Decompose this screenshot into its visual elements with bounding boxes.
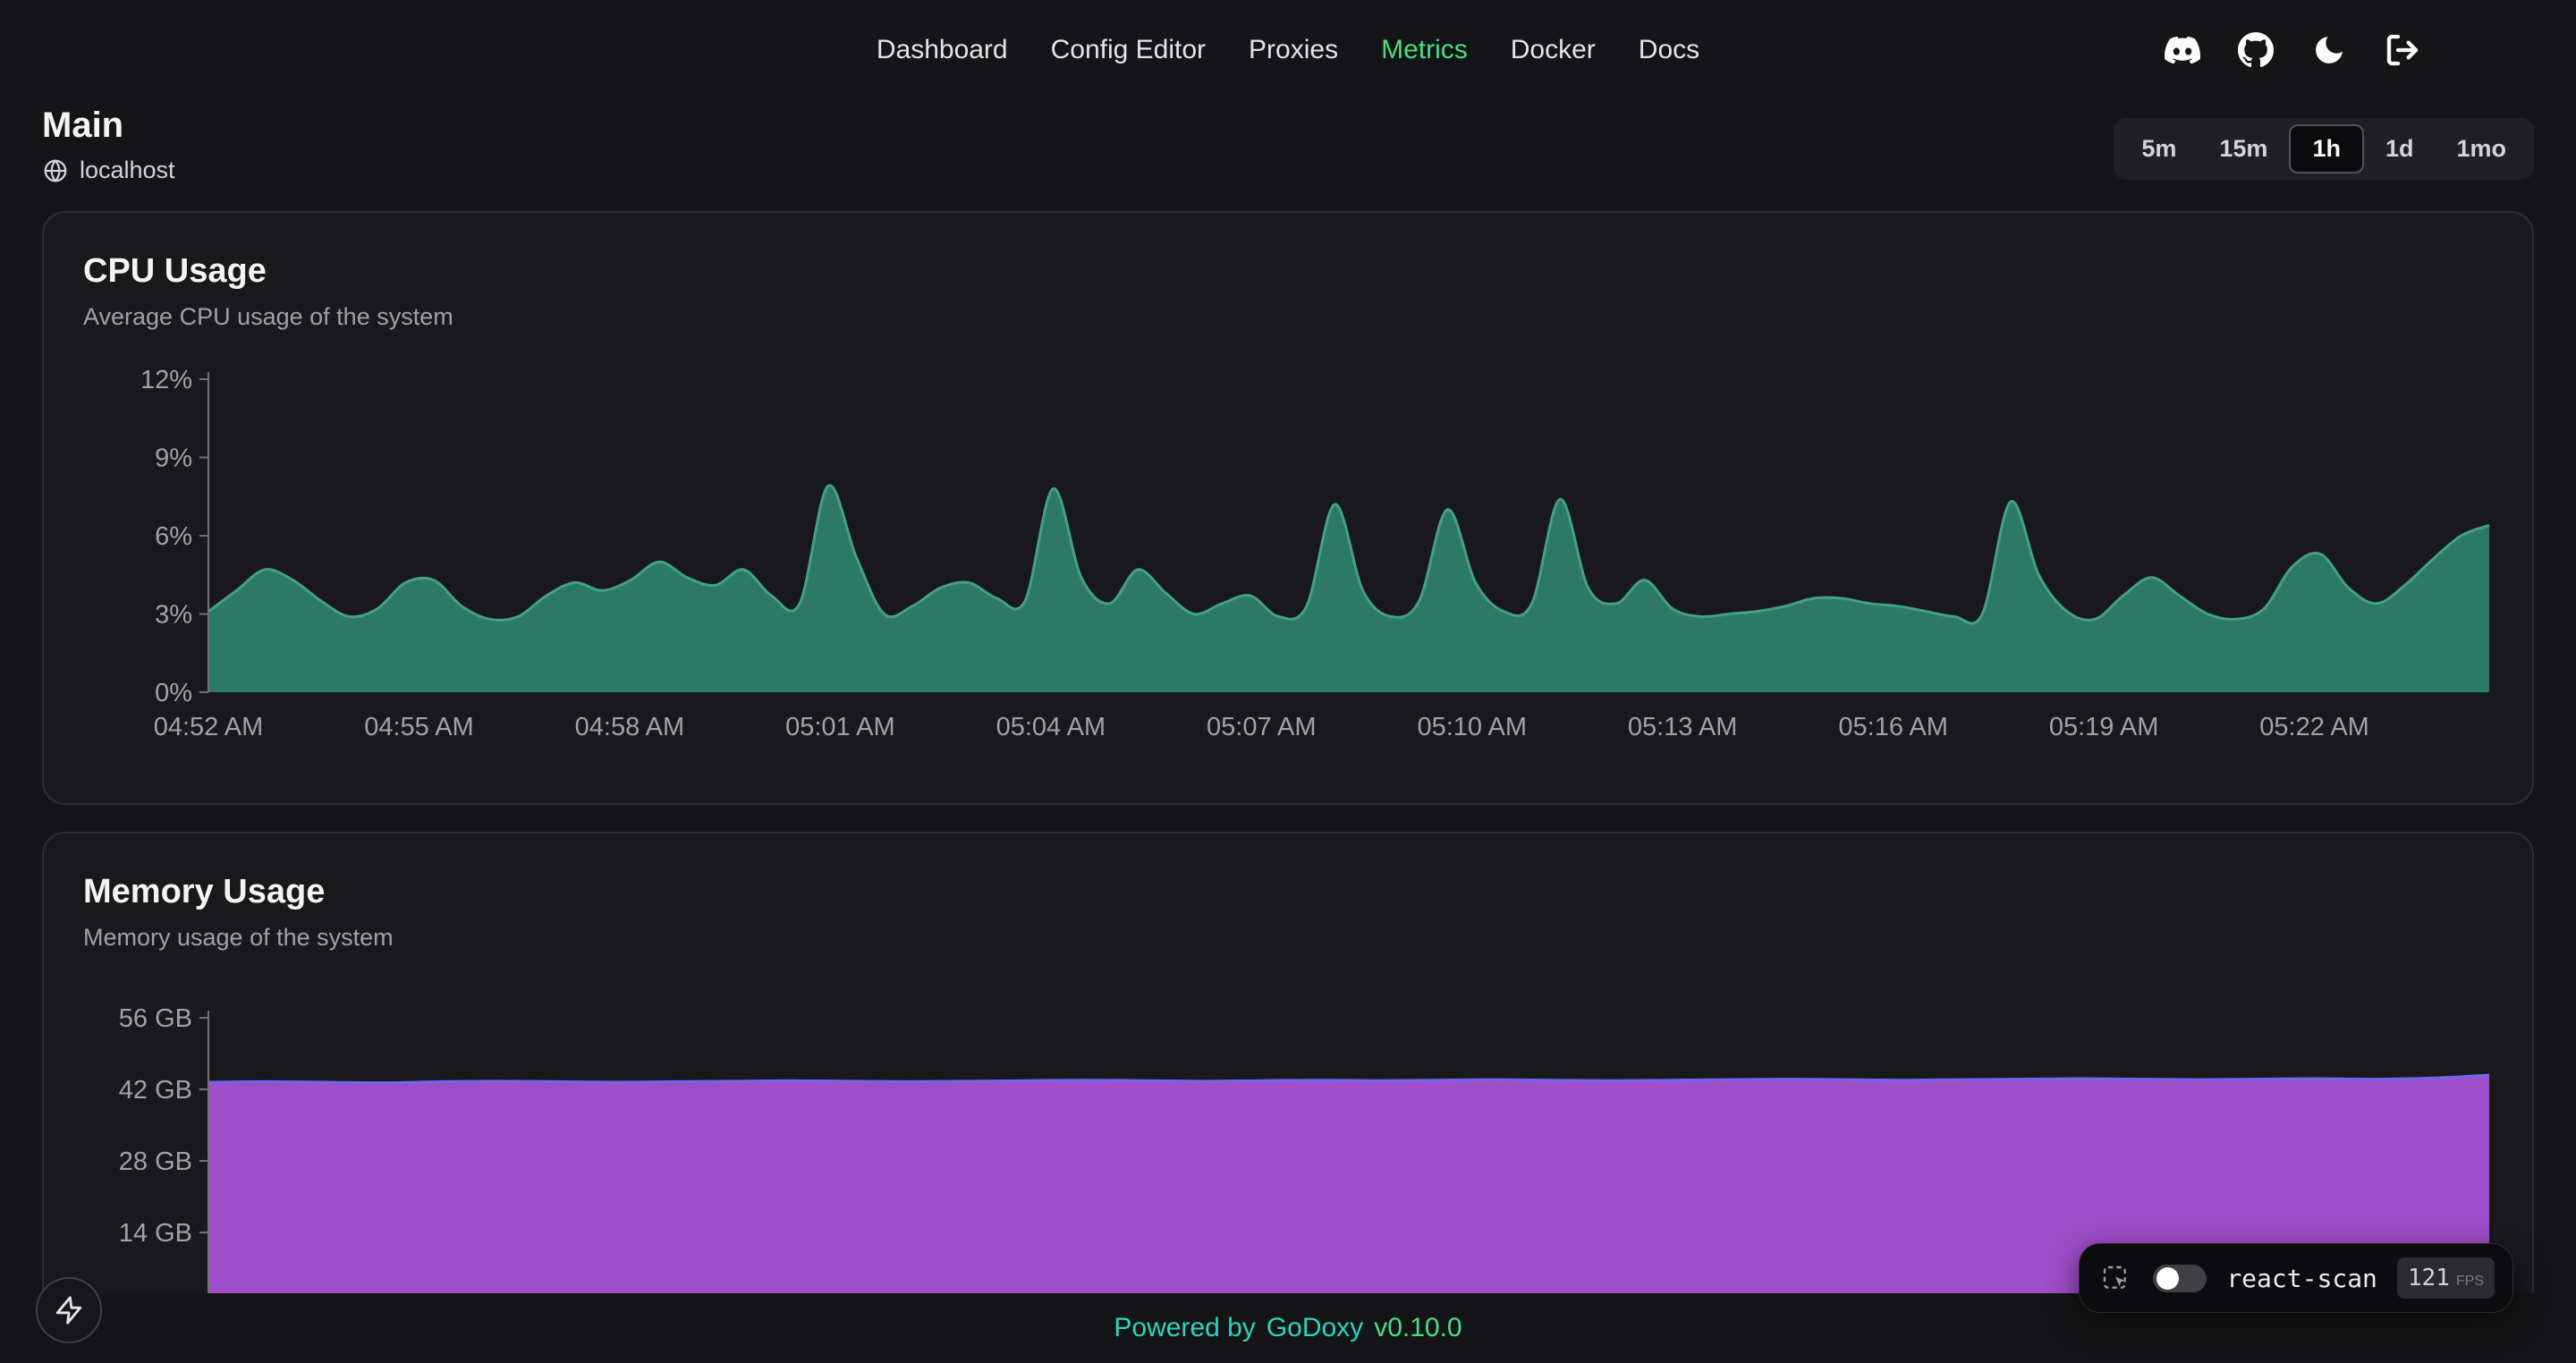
memory-card-subtitle: Memory usage of the system <box>83 924 2493 952</box>
cpu-card-subtitle: Average CPU usage of the system <box>83 303 2493 331</box>
react-scan-toolbar: react-scan 121 FPS <box>2079 1243 2513 1313</box>
svg-text:05:07 AM: 05:07 AM <box>1207 713 1317 741</box>
time-range-1h[interactable]: 1h <box>2289 124 2364 174</box>
fps-badge: 121 FPS <box>2397 1257 2495 1299</box>
svg-text:04:52 AM: 04:52 AM <box>154 713 264 741</box>
cpu-usage-card: CPU Usage Average CPU usage of the syste… <box>42 211 2534 805</box>
host-row: localhost <box>42 157 175 184</box>
svg-text:05:04 AM: 05:04 AM <box>996 713 1106 741</box>
globe-icon <box>42 157 69 184</box>
nav-item-config-editor[interactable]: Config Editor <box>1051 35 1206 65</box>
main-nav: Dashboard Config Editor Proxies Metrics Dock… <box>877 35 1699 65</box>
github-icon[interactable] <box>2236 30 2275 70</box>
header: Dashboard Config Editor Proxies Metrics Dock… <box>0 0 2576 100</box>
svg-text:05:22 AM: 05:22 AM <box>2259 713 2369 741</box>
cpu-card-title: CPU Usage <box>83 252 2493 291</box>
nav-item-docker[interactable]: Docker <box>1511 35 1596 65</box>
time-range-1mo[interactable]: 1mo <box>2435 124 2528 174</box>
svg-text:0%: 0% <box>155 679 192 707</box>
cpu-usage-chart: 0% 3% 6% 9% 12% 04:52 AM 04:55 AM 04:58 AM 05:01… <box>83 361 2495 782</box>
svg-text:9%: 9% <box>155 444 192 473</box>
nav-item-dashboard[interactable]: Dashboard <box>877 35 1008 65</box>
logout-icon[interactable] <box>2383 30 2422 70</box>
svg-text:05:10 AM: 05:10 AM <box>1417 713 1527 741</box>
time-range-1d[interactable]: 1d <box>2364 124 2436 174</box>
svg-text:28 GB: 28 GB <box>119 1147 192 1176</box>
svg-text:04:55 AM: 04:55 AM <box>364 713 474 741</box>
svg-text:05:19 AM: 05:19 AM <box>2049 713 2159 741</box>
svg-text:56 GB: 56 GB <box>119 1004 192 1033</box>
header-icons <box>2163 30 2422 70</box>
svg-text:05:16 AM: 05:16 AM <box>1838 713 1948 741</box>
host-label: localhost <box>80 157 175 184</box>
svg-text:12%: 12% <box>140 366 192 394</box>
main-content: CPU Usage Average CPU usage of the syste… <box>0 211 2576 1363</box>
time-range-5m[interactable]: 5m <box>2120 124 2198 174</box>
theme-moon-icon[interactable] <box>2309 30 2349 70</box>
version-link[interactable]: v0.10.0 <box>1374 1313 1462 1343</box>
zap-icon <box>54 1295 84 1325</box>
powered-by-label: Powered by <box>1114 1313 1255 1343</box>
host-block: Main localhost <box>42 106 175 184</box>
svg-text:05:01 AM: 05:01 AM <box>785 713 895 741</box>
metrics-page: Dashboard Config Editor Proxies Metrics Dock… <box>0 0 2576 1363</box>
nav-item-docs[interactable]: Docs <box>1639 35 1699 65</box>
subheader: Main localhost 5m15m1h1d1mo <box>0 106 2576 184</box>
time-range-15m[interactable]: 15m <box>2198 124 2289 174</box>
inspect-icon[interactable] <box>2097 1260 2133 1296</box>
svg-text:3%: 3% <box>155 601 192 630</box>
nav-item-metrics[interactable]: Metrics <box>1381 35 1468 65</box>
time-range-selector: 5m15m1h1d1mo <box>2114 118 2534 180</box>
quick-actions-button[interactable] <box>36 1277 102 1343</box>
toggle-knob <box>2157 1267 2179 1290</box>
fps-unit: FPS <box>2456 1274 2484 1290</box>
fps-value: 121 <box>2408 1265 2450 1291</box>
svg-text:6%: 6% <box>155 522 192 551</box>
svg-text:04:58 AM: 04:58 AM <box>575 713 685 741</box>
page-title: Main <box>42 106 175 146</box>
godoxy-link[interactable]: GoDoxy <box>1267 1313 1363 1343</box>
svg-text:14 GB: 14 GB <box>119 1219 192 1248</box>
react-scan-label: react-scan <box>2226 1264 2377 1293</box>
memory-card-title: Memory Usage <box>83 873 2493 911</box>
react-scan-toggle[interactable] <box>2153 1265 2207 1292</box>
svg-text:05:13 AM: 05:13 AM <box>1628 713 1738 741</box>
svg-text:42 GB: 42 GB <box>119 1076 192 1105</box>
nav-item-proxies[interactable]: Proxies <box>1249 35 1338 65</box>
discord-icon[interactable] <box>2163 30 2202 70</box>
